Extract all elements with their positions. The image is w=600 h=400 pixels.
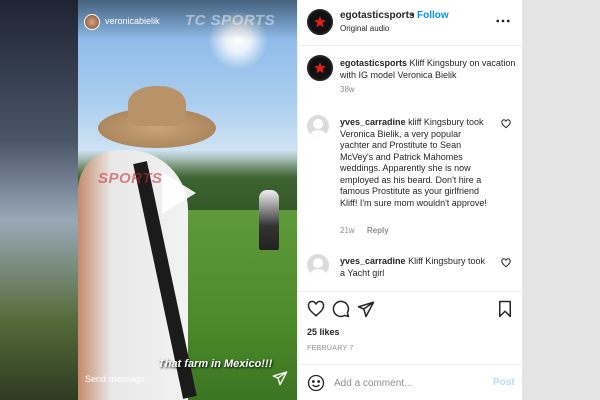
watermark-top: TC SPORTS bbox=[185, 12, 276, 29]
caption-username[interactable]: egotasticsports bbox=[340, 58, 407, 68]
emoji-icon[interactable] bbox=[307, 374, 325, 392]
comment-text: yves_carradine kliff Kingsbury took Vero… bbox=[340, 117, 490, 209]
comment-text: yves_carradine Kliff Kingsbury took a Ya… bbox=[340, 256, 490, 279]
share-icon[interactable] bbox=[357, 300, 375, 318]
bookmark-icon[interactable] bbox=[496, 300, 514, 318]
story-caption: That farm in Mexico!!! bbox=[158, 358, 273, 370]
story-avatar[interactable] bbox=[84, 14, 100, 30]
follow-button[interactable]: Follow bbox=[417, 10, 449, 21]
comment-time: 21w bbox=[340, 226, 355, 235]
send-message-field[interactable]: Send message bbox=[85, 374, 145, 384]
comment-username[interactable]: yves_carradine bbox=[340, 256, 406, 266]
instagram-post: veronicabielik TC SPORTS SPORTS That far… bbox=[78, 0, 523, 400]
caption-avatar[interactable] bbox=[307, 55, 333, 81]
reply-button[interactable]: Reply bbox=[367, 226, 389, 235]
header-username[interactable]: egotasticsports bbox=[340, 10, 414, 21]
comment-input[interactable] bbox=[334, 373, 474, 393]
post-header: egotasticsports • Follow Original audio bbox=[298, 0, 523, 46]
post-date: FEBRUARY 7 bbox=[307, 345, 354, 352]
caption-text: egotasticsports Kliff Kingsbury on vacat… bbox=[340, 57, 516, 81]
commenter-avatar[interactable] bbox=[307, 115, 329, 137]
comment-icon[interactable] bbox=[332, 300, 350, 318]
more-icon[interactable] bbox=[494, 12, 512, 30]
comment-username[interactable]: yves_carradine bbox=[340, 117, 406, 127]
video-media[interactable]: veronicabielik TC SPORTS SPORTS That far… bbox=[78, 0, 297, 400]
heart-icon[interactable] bbox=[307, 300, 325, 318]
caption-time: 38w bbox=[340, 85, 355, 94]
likes-count[interactable]: 25 likes bbox=[307, 327, 340, 337]
comments-area[interactable]: egotasticsports Kliff Kingsbury on vacat… bbox=[298, 47, 523, 291]
comment-heart-icon[interactable] bbox=[501, 119, 511, 129]
action-bar bbox=[298, 291, 523, 323]
star-logo-icon bbox=[314, 16, 326, 28]
comment-meta: 21w Reply bbox=[340, 226, 399, 235]
comment-body: kliff Kingsbury took Veronica Bielik, a … bbox=[340, 117, 487, 208]
add-comment-bar: Post bbox=[298, 364, 523, 400]
post-button[interactable]: Post bbox=[493, 377, 515, 388]
sombrero-crown bbox=[128, 86, 186, 126]
separator-dot: • bbox=[411, 10, 415, 21]
background-person bbox=[259, 190, 279, 250]
post-sidebar: egotasticsports • Follow Original audio … bbox=[297, 0, 523, 400]
backdrop-right bbox=[522, 0, 600, 400]
send-icon[interactable] bbox=[272, 370, 288, 386]
story-username[interactable]: veronicabielik bbox=[105, 16, 160, 26]
watermark-mid: SPORTS bbox=[98, 170, 163, 187]
commenter-avatar[interactable] bbox=[307, 254, 329, 276]
star-logo-icon bbox=[314, 62, 326, 74]
account-avatar[interactable] bbox=[307, 9, 333, 35]
audio-label[interactable]: Original audio bbox=[340, 24, 389, 33]
play-icon[interactable] bbox=[162, 172, 196, 214]
blurred-backdrop-left bbox=[0, 0, 78, 400]
comment-heart-icon[interactable] bbox=[501, 258, 511, 268]
